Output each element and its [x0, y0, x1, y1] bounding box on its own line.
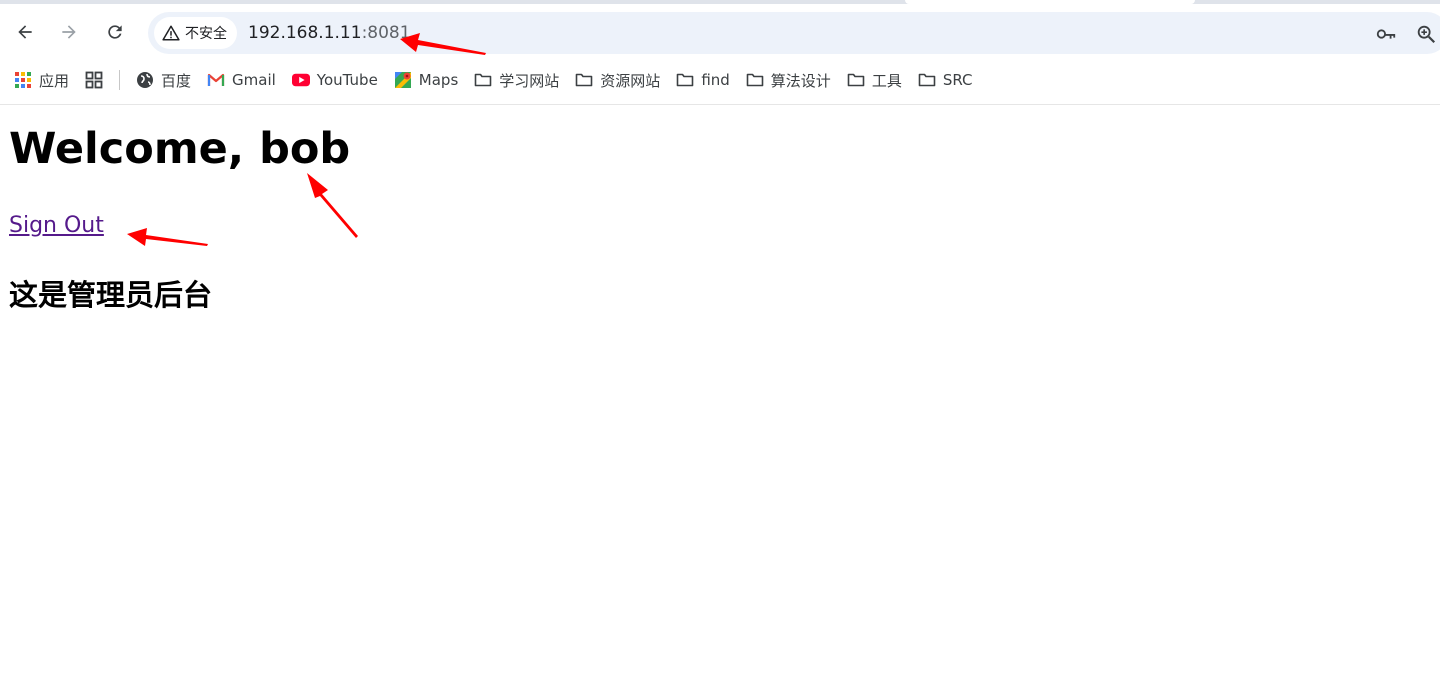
bookmark-label: 工具	[871, 71, 902, 90]
back-arrow-icon	[18, 25, 32, 39]
bookmark-folder-src[interactable]: SRC	[910, 66, 981, 94]
bookmark-folder-find[interactable]: find	[668, 66, 737, 94]
bookmark-apps[interactable]: 应用	[0, 66, 77, 94]
bookmark-label: find	[701, 71, 730, 89]
bookmark-folder-algorithms[interactable]: 算法设计	[738, 66, 839, 94]
bookmark-folder-tools[interactable]: 工具	[839, 66, 910, 94]
bookmark-label: 百度	[161, 71, 192, 90]
forward-button[interactable]	[54, 17, 84, 47]
bookmark-label: SRC	[942, 71, 973, 89]
bookmark-label: YouTube	[316, 71, 378, 89]
bookmark-label: 学习网站	[499, 71, 560, 90]
bookmark-label: 算法设计	[770, 71, 831, 90]
folder-icon	[677, 73, 694, 87]
password-key-button[interactable]	[1375, 23, 1397, 45]
bookmark-label: Maps	[418, 71, 459, 89]
bookmark-baidu[interactable]: 百度	[128, 66, 199, 94]
browser-toolbar: 不安全 192.168.1.11:8081 应用 百度 Gmail YouTub…	[0, 0, 1440, 105]
bookmark-tab-groups[interactable]	[77, 66, 111, 94]
warning-triangle-icon	[162, 25, 180, 41]
bookmark-separator	[119, 70, 121, 90]
bookmarks-bar: 应用 百度 Gmail YouTube Maps 学习网站 资源网站 find …	[0, 64, 1440, 96]
bookmark-folder-resources[interactable]: 资源网站	[567, 66, 668, 94]
maps-icon	[394, 72, 411, 88]
gmail-icon	[207, 73, 225, 86]
bookmark-folder-study[interactable]: 学习网站	[466, 66, 567, 94]
apps-grid-icon	[15, 72, 31, 88]
tab-groups-icon	[85, 71, 103, 89]
page-title: Welcome, bob	[9, 124, 351, 174]
globe-icon	[137, 72, 154, 88]
folder-icon	[847, 73, 865, 87]
bookmark-label: 应用	[39, 71, 70, 90]
bookmark-maps[interactable]: Maps	[386, 66, 466, 94]
url-text[interactable]: 192.168.1.11:8081	[248, 22, 411, 44]
tab-strip	[0, 0, 1440, 4]
annotation-arrow-icon	[127, 228, 208, 246]
url-host: 192.168.1.11	[248, 23, 362, 43]
bookmark-youtube[interactable]: YouTube	[284, 66, 386, 94]
sign-out-link[interactable]: Sign Out	[9, 212, 104, 240]
key-icon	[1376, 29, 1396, 39]
folder-icon	[474, 73, 492, 87]
security-chip[interactable]: 不安全	[154, 17, 237, 49]
zoom-in-icon	[1417, 25, 1436, 44]
folder-icon	[746, 73, 764, 87]
bookmark-label: Gmail	[232, 71, 276, 89]
url-port: :8081	[361, 23, 411, 43]
back-button[interactable]	[10, 17, 40, 47]
reload-button[interactable]	[100, 17, 130, 47]
admin-heading: 这是管理员后台	[9, 278, 213, 312]
bookmark-gmail[interactable]: Gmail	[199, 66, 284, 94]
zoom-button[interactable]	[1415, 23, 1437, 45]
annotation-arrow-icon	[307, 173, 358, 238]
security-label: 不安全	[185, 26, 227, 42]
bookmark-label: 资源网站	[600, 71, 661, 90]
youtube-icon	[291, 73, 310, 87]
address-bar[interactable]: 不安全 192.168.1.11:8081	[148, 12, 1440, 54]
folder-icon	[918, 73, 936, 87]
folder-icon	[575, 73, 593, 87]
reload-icon	[108, 25, 122, 39]
forward-arrow-icon	[62, 25, 76, 39]
